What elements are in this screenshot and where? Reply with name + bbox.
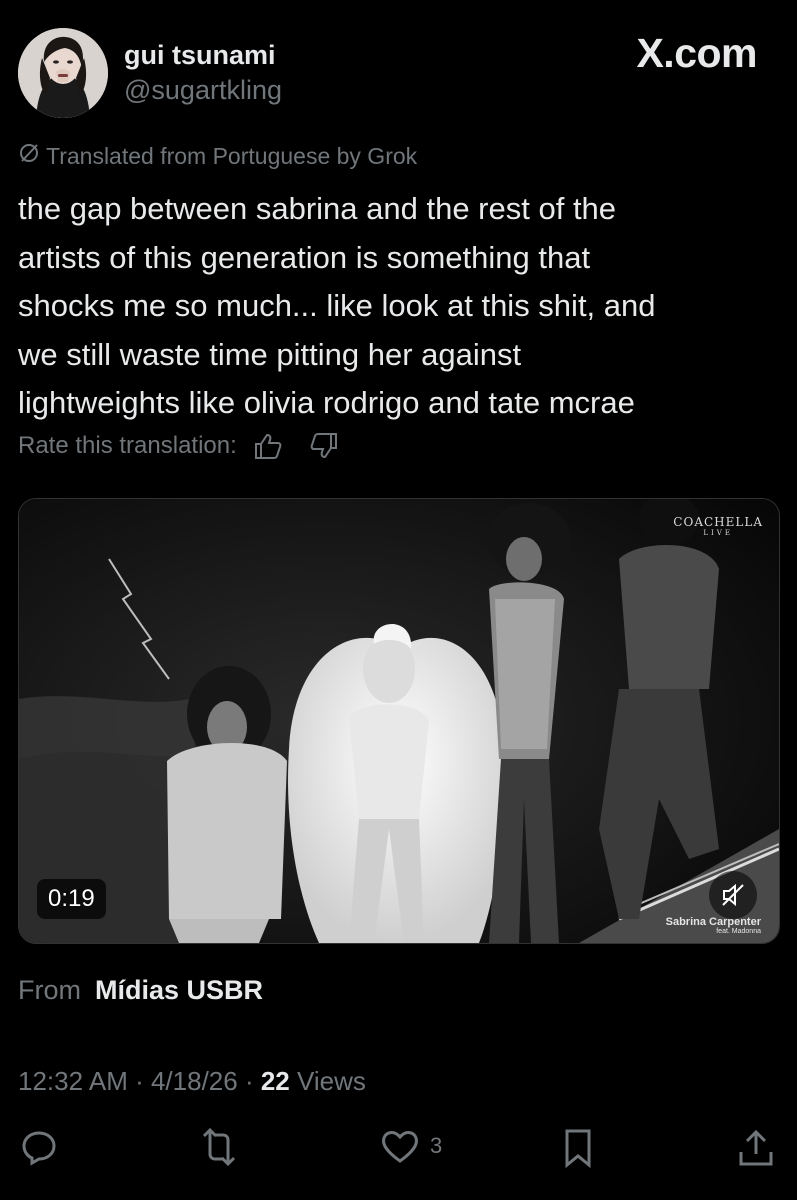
source-label: From — [18, 975, 81, 1005]
share-icon — [739, 1129, 773, 1166]
video-frame — [19, 499, 779, 943]
share-button[interactable] — [737, 1128, 775, 1168]
site-brand: X.com — [636, 30, 757, 77]
avatar[interactable] — [18, 28, 108, 118]
tweet-text-line: the gap between sabrina and the rest of … — [18, 191, 617, 226]
source-account-link[interactable]: Mídias USBR — [95, 975, 263, 1005]
rate-translation: Rate this translation: — [18, 432, 339, 460]
meta-separator: · — [237, 1066, 261, 1096]
action-bar: 3 — [0, 1128, 797, 1178]
tweet-text-line: shocks me so much... like look at this s… — [18, 288, 656, 323]
bookmark-icon — [565, 1129, 591, 1168]
video-duration: 0:19 — [37, 879, 106, 919]
watermark-feat: feat. Madonna — [716, 928, 761, 935]
tweet-text-line: lightweights like olivia rodrigo and tat… — [18, 385, 635, 420]
rate-translation-label: Rate this translation: — [18, 432, 237, 459]
tweet-time[interactable]: 12:32 AM — [18, 1066, 128, 1096]
tweet-text-line: we still waste time pitting her against — [18, 336, 522, 372]
coachella-watermark: COACHELLA LIVE — [673, 515, 763, 537]
meta-separator: · — [127, 1066, 151, 1096]
reply-icon — [22, 1131, 56, 1166]
x-logo-text: X.com — [636, 30, 757, 76]
translation-notice: Translated from Portuguese by Grok — [18, 142, 417, 170]
reply-button[interactable] — [20, 1128, 58, 1166]
user-handle[interactable]: @sugartkling — [124, 75, 282, 106]
tweet-text: the gap between sabrina and the rest of … — [18, 185, 778, 428]
tweet-meta: 12:32 AM · 4/18/26 · 22 Views — [18, 1066, 366, 1097]
like-count: 3 — [430, 1133, 443, 1158]
bookmark-button[interactable] — [560, 1128, 596, 1168]
media-source: From Mídias USBR — [18, 975, 263, 1006]
watermark-title: COACHELLA — [673, 515, 763, 529]
mute-button[interactable] — [709, 871, 757, 919]
tweet-date[interactable]: 4/18/26 — [151, 1066, 238, 1096]
tweet-text-line: artists of this generation is something … — [18, 239, 591, 275]
grok-translate-icon — [18, 142, 40, 170]
artist-watermark: Sabrina Carpenter feat. Madonna — [666, 916, 761, 935]
watermark-artist: Sabrina Carpenter — [665, 916, 761, 928]
thumbs-up-icon[interactable] — [253, 432, 283, 460]
avatar-image — [18, 28, 108, 118]
thumbs-down-icon[interactable] — [309, 432, 339, 460]
retweet-button[interactable] — [196, 1128, 242, 1166]
watermark-sub: LIVE — [703, 529, 733, 537]
views-label: Views — [289, 1066, 366, 1096]
translation-notice-text: Translated from Portuguese by Grok — [46, 142, 418, 169]
video-player[interactable]: COACHELLA LIVE Sabrina Carpenter feat. M… — [18, 498, 780, 944]
display-name[interactable]: gui tsunami — [124, 40, 276, 71]
heart-icon — [382, 1131, 418, 1163]
like-button[interactable]: 3 — [380, 1128, 442, 1164]
retweet-icon — [202, 1128, 236, 1166]
views-count: 22 — [260, 1066, 290, 1096]
muted-speaker-icon — [722, 883, 744, 907]
